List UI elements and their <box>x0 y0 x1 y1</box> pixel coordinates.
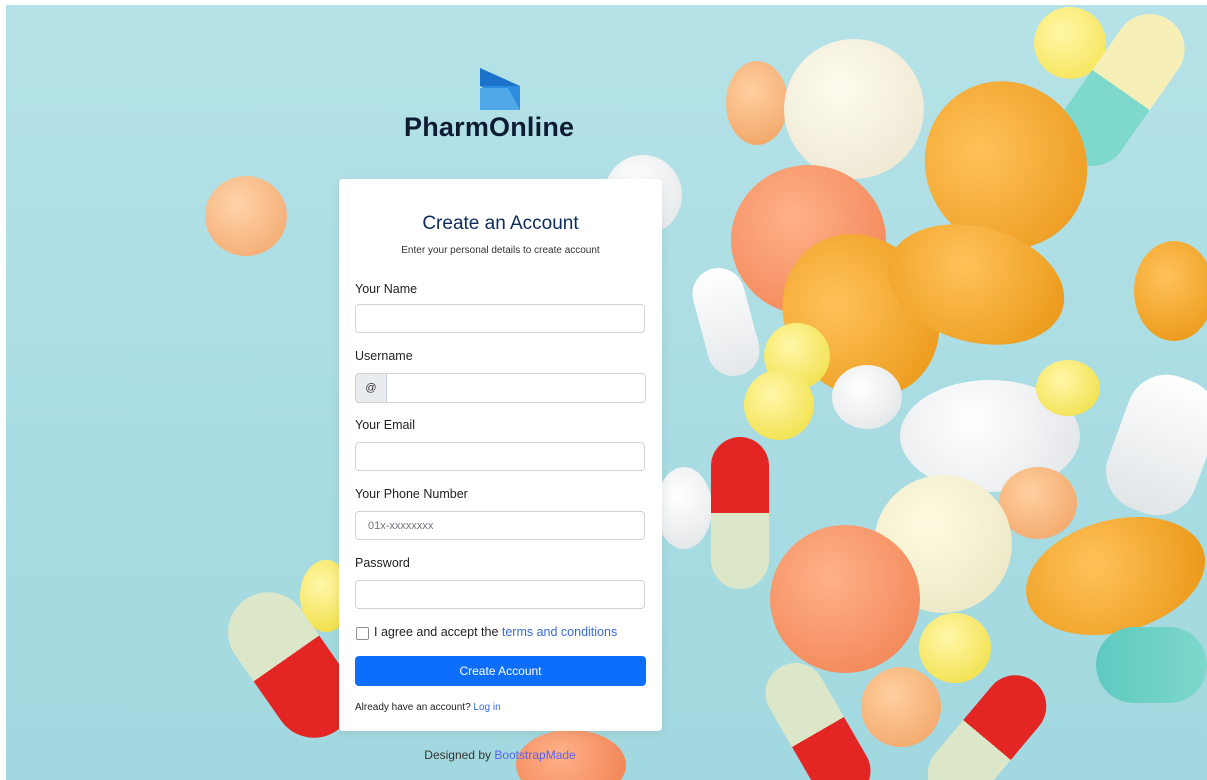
username-input-group: @ <box>355 373 646 403</box>
card-subtitle: Enter your personal details to create ac… <box>401 245 600 256</box>
logo-icon <box>480 68 520 110</box>
email-input[interactable] <box>355 442 645 471</box>
terms-checkbox[interactable] <box>356 627 369 640</box>
bootstrapmade-link[interactable]: BootstrapMade <box>494 748 575 762</box>
email-label: Your Email <box>355 418 415 432</box>
white-tablet-top <box>784 39 924 179</box>
username-input[interactable] <box>386 373 646 403</box>
name-input[interactable] <box>355 304 645 333</box>
brand-name[interactable]: PharmOnline <box>404 112 574 143</box>
password-label: Password <box>355 556 410 570</box>
login-prompt: Already have an account? Log in <box>355 702 501 713</box>
orange-round-tablet-bottom <box>770 525 920 673</box>
footer-credits: Designed by BootstrapMade <box>0 748 1000 762</box>
already-text: Already have an account? <box>355 702 474 713</box>
orange-tablet-left <box>205 176 287 256</box>
username-label: Username <box>355 349 413 363</box>
yellow-tablet-bottom <box>919 613 991 683</box>
phone-label: Your Phone Number <box>355 487 468 501</box>
terms-link[interactable]: terms and conditions <box>502 625 617 639</box>
designed-by-text: Designed by <box>424 748 495 762</box>
orange-tablet-top <box>726 61 788 145</box>
teal-capsule <box>1096 627 1207 703</box>
orange-tablet-right <box>999 467 1077 539</box>
white-tablet-small <box>656 467 712 549</box>
yellow-tablet-right <box>1036 360 1100 416</box>
card-title: Create an Account <box>422 213 579 234</box>
at-prefix: @ <box>355 373 387 403</box>
white-capsule-right <box>1094 363 1207 527</box>
agree-text: I agree and accept the <box>374 625 502 639</box>
phone-placeholder: 01x-xxxxxxxx <box>368 520 434 532</box>
create-account-button[interactable]: Create Account <box>355 656 646 686</box>
terms-text: I agree and accept the terms and conditi… <box>374 625 617 639</box>
yellow-tablet-mid-2 <box>744 370 814 440</box>
password-input[interactable] <box>355 580 645 609</box>
orange-pill-edge <box>1134 241 1207 341</box>
name-label: Your Name <box>355 282 418 296</box>
white-tablet-mid <box>832 365 902 429</box>
login-link[interactable]: Log in <box>473 702 500 713</box>
phone-input[interactable]: 01x-xxxxxxxx <box>355 511 645 540</box>
red-capsule <box>711 437 769 589</box>
orange-tablet-bottom <box>861 667 941 747</box>
